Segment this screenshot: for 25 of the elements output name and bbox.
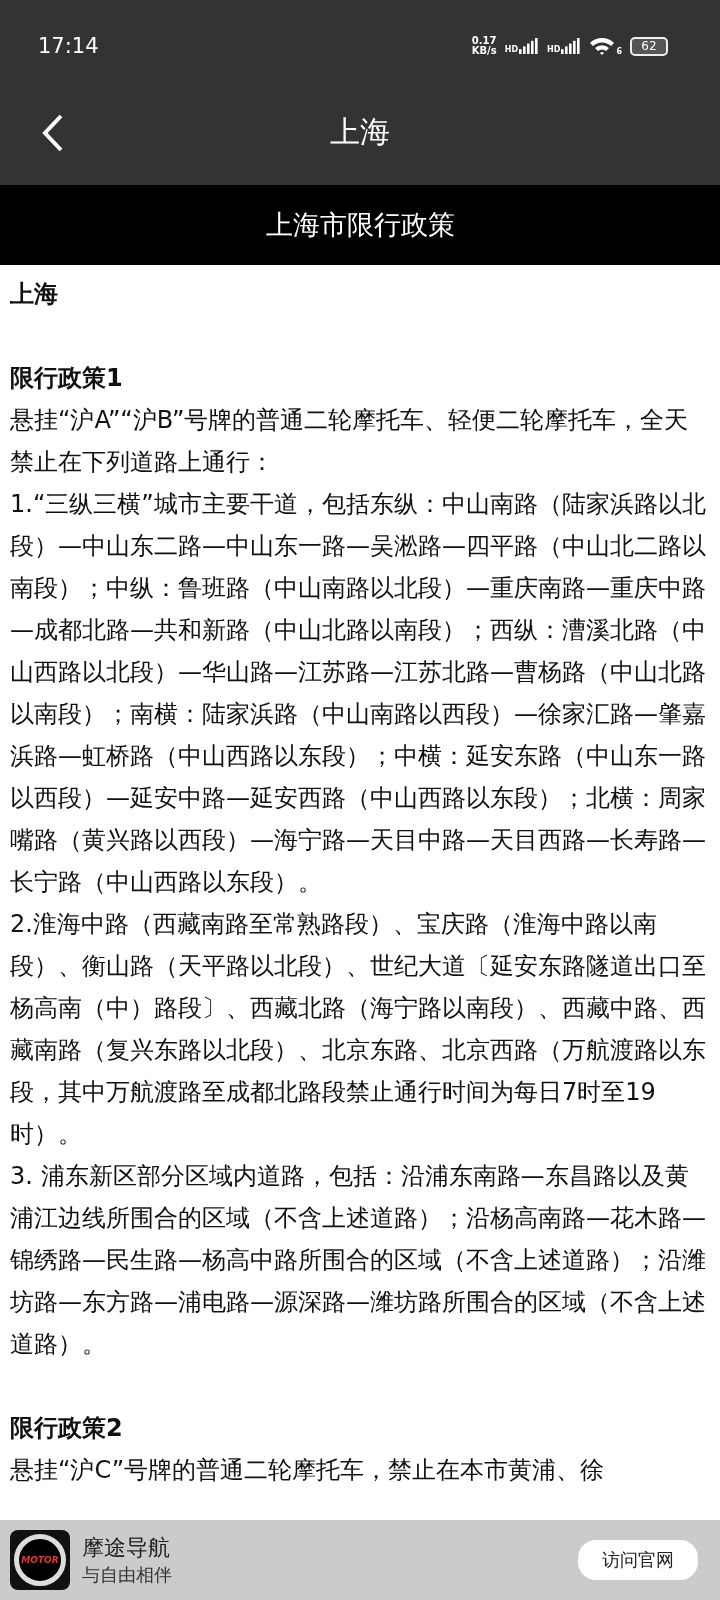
- signal-icon: [561, 38, 582, 54]
- policy-paragraph: 2.淮海中路（西藏南路至常熟路段）、宝庆路（淮海中路以南段）、衡山路（天平路以北段）、世纪大道〔延安东路隧道出口至杨高南（中）路段〕、西藏北路（海宁路以南段）、西藏中路、西藏南路（复兴东路以北段）、北京东路、北京西路（万航渡路以东段，其中万航渡路至成都北路段禁止通行时间为每日7时至19时）。: [10, 909, 707, 1150]
- policy-paragraph: 1.“三纵三横”城市主要干道，包括东纵：中山南路（陆家浜路以北段）—中山东二路—中山东一路—吴淞路—四平路（中山北二路以南段）；中纵：鲁班路（中山南路以北段）—重庆南路—重庆中路—成都北路—共和新路（中山北路以南段）；西纵：漕溪北路（中山西路以北段）—华山路—江苏路—江苏北路—曹杨路（中山北路以南段）；南横：陆家浜路（中山南路以西段）—徐家汇路—肇嘉浜路—虹桥路（中山西路以东段）；中横：延安东路（中山东一路以西段）—延安中路—延安西路（中山西路以东段）；北横：周家嘴路（黄兴路以西段）—海宁路—天目中路—天目西路—长寿路—长宁路（中山西路以东段）。: [10, 489, 707, 898]
- network-type-label: HD: [504, 46, 519, 54]
- policy-heading: 限行政策2: [10, 1413, 124, 1444]
- app-slogan: 与自由相伴: [82, 1563, 173, 1587]
- city-heading: 上海: [10, 279, 59, 310]
- wifi-label: 6: [616, 48, 622, 56]
- signal-icon: [519, 38, 540, 54]
- section-header: 上海市限行政策: [0, 185, 720, 265]
- app-name: 摩途导航: [82, 1534, 171, 1562]
- logo-text: MOTOR: [14, 1534, 66, 1586]
- status-time: 17:14: [38, 34, 99, 58]
- network-speed-value: 0.17: [471, 36, 497, 46]
- back-icon: [42, 113, 64, 152]
- policy-heading: 限行政策1: [10, 363, 124, 394]
- network-type-label: HD: [547, 46, 561, 54]
- network-speed-unit: KB/s: [471, 46, 497, 56]
- policy-paragraph: 3. 浦东新区部分区域内道路，包括：沿浦东南路—东昌路以及黄浦江边线所围合的区域（不含上述道路）；沿杨高南路—花木路—锦绣路—民生路—杨高中路所围合的区域（不含上述道路）；沿潍坊路—东方路—浦电路—源深路—潍坊路所围合的区域（不含上述道路）。: [10, 1161, 707, 1360]
- visit-website-button[interactable]: 访问官网: [578, 1540, 698, 1580]
- page-title: 上海: [330, 113, 390, 151]
- policy-paragraph: 悬挂“沪C”号牌的普通二轮摩托车，禁止在本市黄浦、徐: [10, 1455, 606, 1486]
- wifi-icon: [589, 36, 616, 56]
- battery-icon: 62: [630, 36, 668, 56]
- policy-paragraph: 悬挂“沪A”“沪B”号牌的普通二轮摩托车、轻便二轮摩托车，全天禁止在下列道路上通行：: [10, 405, 690, 478]
